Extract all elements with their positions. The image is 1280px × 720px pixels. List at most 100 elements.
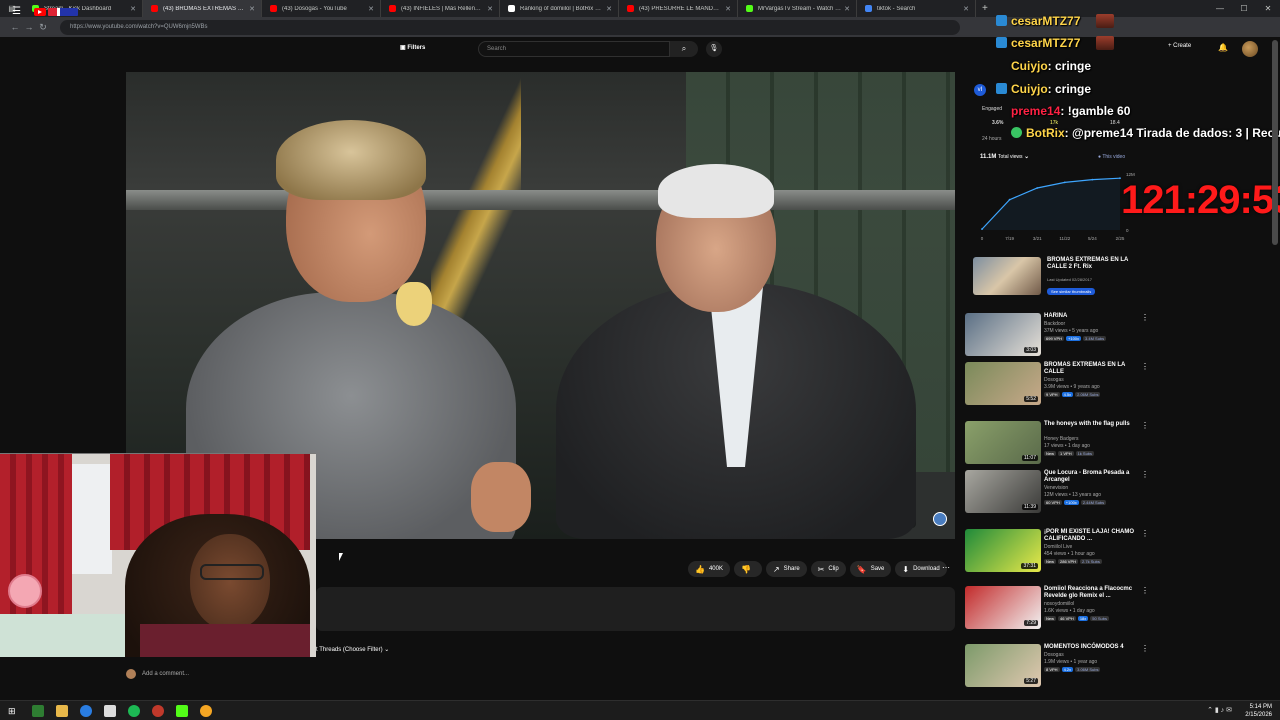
more-options-icon[interactable]: ⋮ [1141, 529, 1149, 538]
browser-tab[interactable]: (43) PRESURRE LE MANDO FUEG✕ [619, 0, 738, 17]
filters-button[interactable]: ▣ Filters [400, 44, 425, 51]
tab-close-icon[interactable]: ✕ [725, 5, 731, 13]
stat-badge: 286 VPH [1058, 559, 1079, 564]
tab-close-icon[interactable]: ✕ [249, 5, 255, 13]
featured-thumbnail[interactable] [973, 257, 1041, 295]
kick-icon[interactable] [176, 705, 188, 717]
scissors-icon: ✂ [817, 564, 825, 574]
video-frame-beam [126, 190, 955, 210]
recommendation-channel[interactable]: Venevision [1044, 485, 1068, 491]
share-button[interactable]: ↗ Share [765, 561, 807, 577]
menu-icon[interactable]: ☰ [12, 6, 21, 17]
recommendation-thumbnail[interactable]: 11:07 [965, 421, 1041, 464]
browser-tab[interactable]: (43) INFIELES | Más Rellena que P✕ [381, 0, 500, 17]
tab-close-icon[interactable]: ✕ [606, 5, 612, 13]
close-window-icon[interactable]: ✕ [1256, 0, 1280, 17]
recommendation-thumbnail[interactable]: 11:39 [965, 470, 1041, 513]
tab-close-icon[interactable]: ✕ [844, 5, 850, 13]
recommendation-thumbnail[interactable]: 37:31 [965, 529, 1041, 572]
back-icon[interactable]: ← [8, 22, 22, 32]
forward-icon[interactable]: → [22, 22, 36, 32]
featured-title[interactable]: BROMAS EXTREMAS EN LA CALLE 2 Ft. Rix [1047, 257, 1143, 271]
video-duration: 37:31 [1021, 563, 1038, 569]
more-options-icon[interactable]: ⋮ [1141, 470, 1149, 479]
recommendation-title[interactable]: Que Locura - Broma Pesada a Arcangel [1044, 470, 1140, 484]
more-options-icon[interactable]: ⋮ [1141, 586, 1149, 595]
browser-tab[interactable]: (43) BROMAS EXTREMAS EN LA C✕ [143, 0, 262, 17]
like-button[interactable]: 👍 400K [688, 561, 730, 577]
description-box[interactable] [316, 587, 955, 631]
recommendation-title[interactable]: ¡POR MI EXISTE LAJA! CHAMO CALIFICANDO .… [1044, 529, 1140, 543]
download-button[interactable]: ⬇ Download [895, 561, 947, 577]
recommendation-thumbnail[interactable]: 5:27 [965, 644, 1041, 687]
more-options-icon[interactable]: ⋮ [1141, 362, 1149, 371]
recommendation-item[interactable]: 7:29 Domiiol Reacciona a Flacocmc Revelde… [965, 586, 1150, 634]
app-icon-8[interactable] [200, 705, 212, 717]
chrome-icon[interactable] [80, 705, 92, 717]
browser-tab[interactable]: (43) Dosogas - YouTube ✕ [262, 0, 381, 17]
recommendation-thumbnail[interactable]: 7:29 [965, 586, 1041, 629]
system-clock[interactable]: 5:14 PM 2/15/2026 [1245, 703, 1272, 719]
recommendation-item[interactable]: 5:52 BROMAS EXTREMAS EN LA CALLE Dosogas 3.… [965, 362, 1150, 410]
recommendation-channel[interactable]: Dosogas [1044, 377, 1064, 383]
recommendation-channel[interactable]: nosoydomiilol [1044, 601, 1074, 607]
more-actions-icon[interactable]: ⋯ [942, 563, 950, 572]
recommendation-channel[interactable]: Domiilol Live [1044, 544, 1072, 550]
maximize-icon[interactable]: ☐ [1232, 0, 1256, 17]
create-button[interactable]: + Create [1168, 43, 1191, 49]
chat-message: Cuiyjo: cringe [1011, 59, 1091, 73]
recommendation-channel[interactable]: Dosogas [1044, 652, 1064, 658]
notepad-icon[interactable] [104, 705, 116, 717]
similar-thumbnails-button[interactable]: See similar thumbnails [1047, 288, 1096, 295]
user-avatar[interactable] [1242, 41, 1258, 57]
obs-icon[interactable] [152, 705, 164, 717]
featured-video[interactable]: BROMAS EXTREMAS EN LA CALLE 2 Ft. Rix La… [973, 257, 1143, 297]
recommendation-title[interactable]: BROMAS EXTREMAS EN LA CALLE [1044, 362, 1140, 376]
browser-tab[interactable]: MrVargasTv Stream - Watch Live ✕ [738, 0, 857, 17]
new-tab-button[interactable]: + [976, 3, 994, 14]
youtube-logo-icon[interactable] [34, 8, 46, 16]
recommendation-thumbnail[interactable]: 3:03 [965, 313, 1041, 356]
recommendation-title[interactable]: MOMENTOS INCÓMODOS 4 [1044, 644, 1140, 651]
tab-close-icon[interactable]: ✕ [368, 5, 374, 13]
add-comment-input[interactable]: Add a comment... [142, 671, 189, 677]
browser-tab[interactable]: Ranking of domiilol | BotRix — C ✕ [500, 0, 619, 17]
more-options-icon[interactable]: ⋮ [1141, 313, 1149, 322]
recommendation-channel[interactable]: Honey Badgers [1044, 436, 1078, 442]
microphone-icon[interactable]: 🎙 [706, 41, 722, 57]
app-icon-1[interactable] [32, 705, 44, 717]
recommendation-meta: 1.6K views • 1 day ago [1044, 608, 1095, 614]
recommendation-item[interactable]: 11:07 The honeys with the flag pulls Honey… [965, 421, 1150, 469]
search-input[interactable]: Search [478, 41, 670, 57]
recommendation-title[interactable]: Domiiol Reacciona a Flacocmc Revelde glo… [1044, 586, 1140, 600]
recommendation-title[interactable]: HARINA [1044, 313, 1140, 320]
tab-close-icon[interactable]: ✕ [963, 5, 969, 13]
dislike-button[interactable]: 👎 [733, 561, 762, 577]
start-menu-icon[interactable]: ⊞ [8, 705, 20, 717]
recommendation-item[interactable]: 3:03 HARINA Backdoor 37M views • 5 years ag… [965, 313, 1150, 361]
recommendation-thumbnail[interactable]: 5:52 [965, 362, 1041, 405]
save-button[interactable]: 🔖 Save [849, 561, 892, 577]
more-options-icon[interactable]: ⋮ [1141, 421, 1149, 430]
reload-icon[interactable]: ↻ [36, 22, 50, 33]
minimize-icon[interactable]: — [1208, 0, 1232, 17]
spotify-icon[interactable] [128, 705, 140, 717]
recommendation-title[interactable]: The honeys with the flag pulls [1044, 421, 1140, 428]
clip-button[interactable]: ✂ Clip [810, 561, 846, 577]
recommendation-item[interactable]: 5:27 MOMENTOS INCÓMODOS 4 Dosogas 1.9M view… [965, 644, 1150, 692]
scrollbar[interactable] [1272, 40, 1278, 245]
more-options-icon[interactable]: ⋮ [1141, 644, 1149, 653]
tab-close-icon[interactable]: ✕ [130, 5, 136, 13]
tab-close-icon[interactable]: ✕ [487, 5, 493, 13]
system-tray[interactable]: ⌃ ▮ ♪ ✉ [1207, 706, 1232, 714]
search-icon[interactable]: ⌕ [670, 41, 698, 57]
recommendation-channel[interactable]: Backdoor [1044, 321, 1065, 327]
recommendation-item[interactable]: 37:31 ¡POR MI EXISTE LAJA! CHAMO CALIFICA… [965, 529, 1150, 577]
recommendation-item[interactable]: 11:39 Que Locura - Broma Pesada a Arcange… [965, 470, 1150, 518]
file-explorer-icon[interactable] [56, 705, 68, 717]
channel-watermark-icon[interactable] [933, 512, 947, 526]
browser-tab[interactable]: tiktok - Search ✕ [857, 0, 976, 17]
threads-filter[interactable]: t Threads (Choose Filter) ⌄ [316, 646, 389, 653]
url-input[interactable]: https://www.youtube.com/watch?v=QUW6mjn5… [60, 19, 960, 35]
notifications-bell-icon[interactable]: 🔔 [1218, 43, 1228, 52]
